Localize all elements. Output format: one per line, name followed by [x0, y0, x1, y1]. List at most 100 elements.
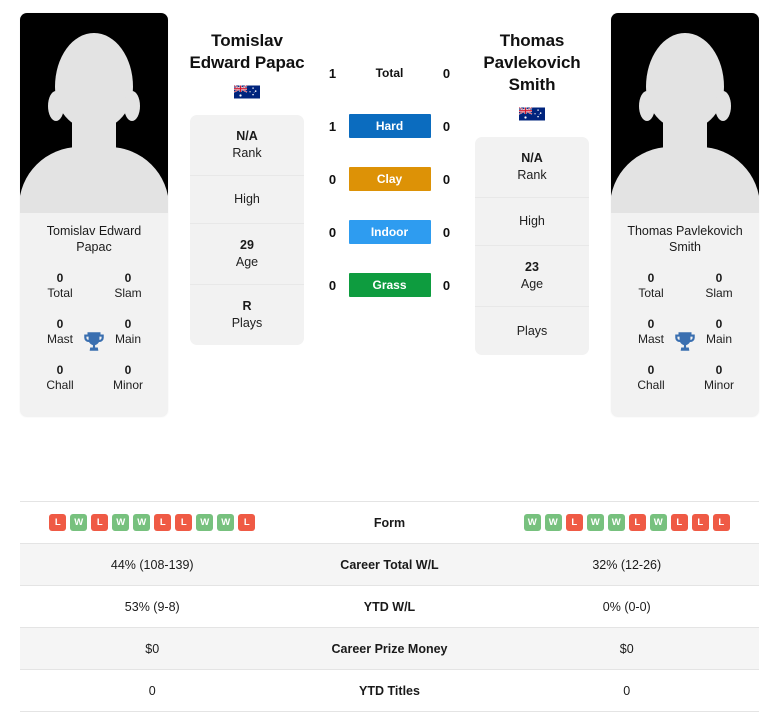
silhouette-ear-left-icon — [639, 91, 655, 121]
h2h-row-hard: 1 Hard 0 — [324, 113, 456, 139]
comparison-header: Tomislav Edward Papac 0 Total 0 Slam 0 M… — [0, 0, 779, 497]
left-player-name-line2: Edward Papac — [189, 53, 305, 72]
form-badge: W — [112, 514, 130, 531]
right-form-badges: WWLWWLWLLL — [495, 514, 760, 531]
form-badge: L — [691, 514, 709, 531]
h2h-row-clay: 0 Clay 0 — [324, 166, 456, 192]
h2h-indoor-bar[interactable]: Indoor — [348, 220, 431, 244]
right-player-card-name: Thomas Pavlekovich Smith — [627, 224, 743, 254]
h2h-indoor-left-count: 0 — [328, 224, 337, 240]
left-player-card[interactable]: Tomislav Edward Papac 0 Total 0 Slam 0 M… — [20, 13, 168, 417]
h2h-hard-left-count: 1 — [328, 118, 337, 134]
h2h-row-indoor: 0 Indoor 0 — [324, 219, 456, 245]
left-ytd-wl: 53% (9-8) — [124, 599, 180, 614]
form-badge: L — [175, 514, 193, 531]
right-player-info-column: Thomas Pavlekovich Smith N/A Rank High 2… — [473, 0, 591, 355]
left-form-cell: LWLWWLLWWL — [20, 514, 285, 531]
stat-minor-label: Minor — [703, 378, 734, 392]
ytd-titles-label: YTD Titles — [359, 683, 420, 698]
form-badge: L — [91, 514, 109, 531]
left-player-info-column: Tomislav Edward Papac N/A Rank High 29 A… — [188, 0, 306, 345]
table-row-form: LWLWWLLWWL Form WWLWWLWLLL — [20, 502, 759, 544]
h2h-hard-right-count: 0 — [442, 118, 451, 134]
stat-slam-label: Slam — [705, 286, 733, 300]
comparison-stats-table: LWLWWLLWWL Form WWLWWLWLLL 44% (108-139)… — [20, 501, 759, 712]
right-info-rank-label: Rank — [517, 168, 547, 182]
h2h-row-total: 1 Total 0 — [324, 60, 456, 86]
h2h-clay-left-count: 0 — [328, 171, 337, 187]
left-player-titles-grid: 0 Total 0 Slam 0 Mast 0 Main 0 Chall 0 M… — [20, 265, 168, 417]
right-player-name-line2: Pavlekovich — [483, 53, 581, 72]
silhouette-body-icon — [20, 147, 168, 213]
right-info-high-label: High — [519, 214, 545, 228]
right-ytd-wl: 0% (0-0) — [602, 599, 651, 614]
left-player-photo — [20, 13, 168, 213]
table-row-career-prize-money: $0 Career Prize Money $0 — [20, 628, 759, 670]
right-career-prize-money: $0 — [619, 641, 634, 656]
stat-total-label: Total — [47, 286, 73, 300]
stat-slam-value: 0 — [715, 271, 723, 285]
h2h-grass-bar[interactable]: Grass — [348, 273, 431, 297]
stat-total: 0 Total — [617, 265, 685, 311]
form-badge: L — [238, 514, 256, 531]
trophy-icon — [675, 332, 695, 351]
stat-total-label: Total — [638, 286, 664, 300]
right-info-rank: N/A Rank — [475, 137, 589, 198]
left-player-name: Tomislav Edward Papac — [189, 30, 304, 74]
left-player-card-name: Tomislav Edward Papac — [46, 224, 142, 254]
right-info-age-label: Age — [520, 277, 544, 291]
right-player-name: Thomas Pavlekovich Smith — [483, 30, 580, 96]
h2h-total-left-count: 1 — [328, 65, 337, 81]
h2h-total-label: Total — [375, 66, 404, 80]
stat-chall-label: Chall — [637, 378, 665, 392]
career-prize-money-label: Career Prize Money — [331, 641, 448, 656]
table-row-form-label: Form — [373, 515, 406, 530]
table-row-ytd-wl: 53% (9-8) YTD W/L 0% (0-0) — [20, 586, 759, 628]
silhouette-ear-left-icon — [48, 91, 64, 121]
form-badge: W — [523, 514, 541, 531]
stat-total-value: 0 — [647, 271, 655, 285]
right-form-cell: WWLWWLWLLL — [495, 514, 760, 531]
h2h-clay-bar[interactable]: Clay — [348, 167, 431, 191]
left-info-rank-label: Rank — [232, 146, 262, 160]
left-ytd-titles: 0 — [148, 683, 156, 698]
left-info-age-value: 29 — [240, 238, 254, 252]
stat-slam: 0 Slam — [685, 265, 753, 311]
right-player-photo — [611, 13, 759, 213]
right-info-plays: Plays — [475, 307, 589, 355]
right-career-total-wl: 32% (12-26) — [592, 557, 662, 572]
right-player-titles-grid: 0 Total 0 Slam 0 Mast 0 Main 0 Chall 0 M… — [611, 265, 759, 417]
form-badge: W — [70, 514, 88, 531]
form-badge: L — [565, 514, 583, 531]
stat-chall-value: 0 — [56, 363, 64, 377]
right-player-card[interactable]: Thomas Pavlekovich Smith 0 Total 0 Slam … — [611, 13, 759, 417]
right-info-plays-label: Plays — [516, 323, 548, 338]
right-player-info-card: N/A Rank High 23 Age Plays — [475, 137, 589, 355]
left-career-prize-money: $0 — [145, 641, 160, 656]
left-player-column: Tomislav Edward Papac 0 Total 0 Slam 0 M… — [0, 0, 188, 417]
stat-slam-label: Slam — [114, 286, 142, 300]
stat-chall: 0 Chall — [26, 357, 94, 403]
form-badge: L — [712, 514, 730, 531]
australia-flag-icon — [234, 84, 260, 99]
right-info-high: High — [475, 198, 589, 246]
left-form-badges: LWLWWLLWWL — [20, 514, 285, 531]
left-info-high: High — [190, 176, 304, 224]
stat-chall: 0 Chall — [617, 357, 685, 403]
left-career-total-wl: 44% (108-139) — [110, 557, 194, 572]
h2h-hard-bar[interactable]: Hard — [348, 114, 431, 138]
right-info-rank-value: N/A — [521, 151, 543, 165]
stat-slam: 0 Slam — [94, 265, 162, 311]
form-badge: W — [586, 514, 604, 531]
stat-chall-value: 0 — [647, 363, 655, 377]
right-info-age: 23 Age — [475, 246, 589, 307]
form-badge: W — [133, 514, 151, 531]
left-info-rank: N/A Rank — [190, 115, 304, 176]
stat-minor: 0 Minor — [685, 357, 753, 403]
h2h-clay-right-count: 0 — [442, 171, 451, 187]
form-badge: L — [628, 514, 646, 531]
left-info-age: 29 Age — [190, 224, 304, 285]
stat-total-value: 0 — [56, 271, 64, 285]
left-info-high-label: High — [234, 192, 260, 206]
career-total-wl-label: Career Total W/L — [340, 557, 439, 572]
